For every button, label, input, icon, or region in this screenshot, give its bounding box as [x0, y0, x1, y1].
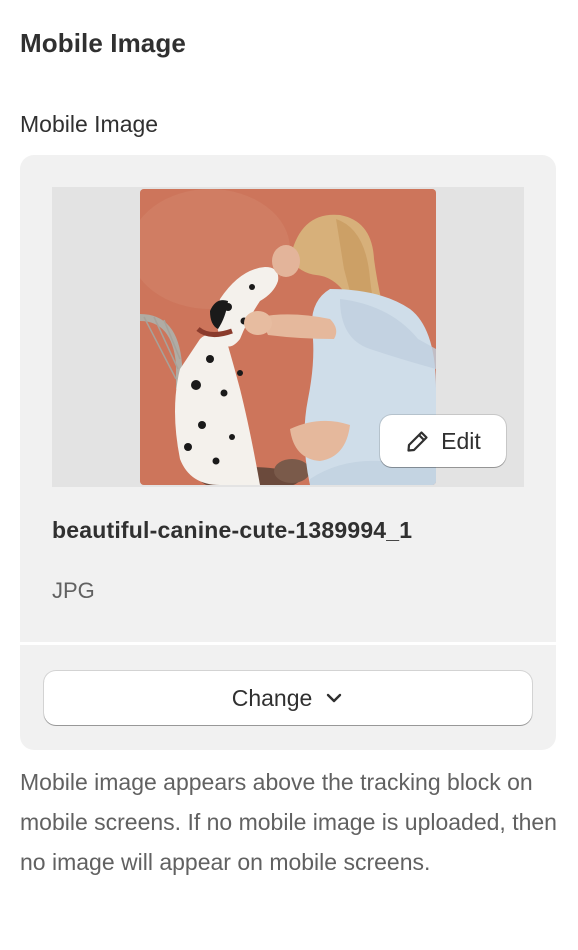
change-button-label: Change: [231, 684, 313, 711]
help-text: Mobile image appears above the tracking …: [20, 769, 557, 875]
change-image-button[interactable]: Change: [44, 671, 532, 725]
edit-image-button[interactable]: Edit: [380, 415, 506, 467]
field-label: Mobile Image: [20, 111, 159, 137]
file-name: beautiful-canine-cute-1389994_1: [52, 517, 413, 543]
pencil-icon: [405, 428, 431, 454]
chevron-down-icon: [324, 688, 344, 708]
image-picker-card: Edit beautiful-canine-cute-1389994_1 JPG…: [20, 155, 556, 750]
section-title: Mobile Image: [20, 28, 186, 58]
edit-button-label: Edit: [441, 427, 481, 454]
file-type: JPG: [52, 578, 95, 603]
image-preview-area: Edit: [52, 187, 524, 487]
card-divider: [20, 642, 556, 645]
